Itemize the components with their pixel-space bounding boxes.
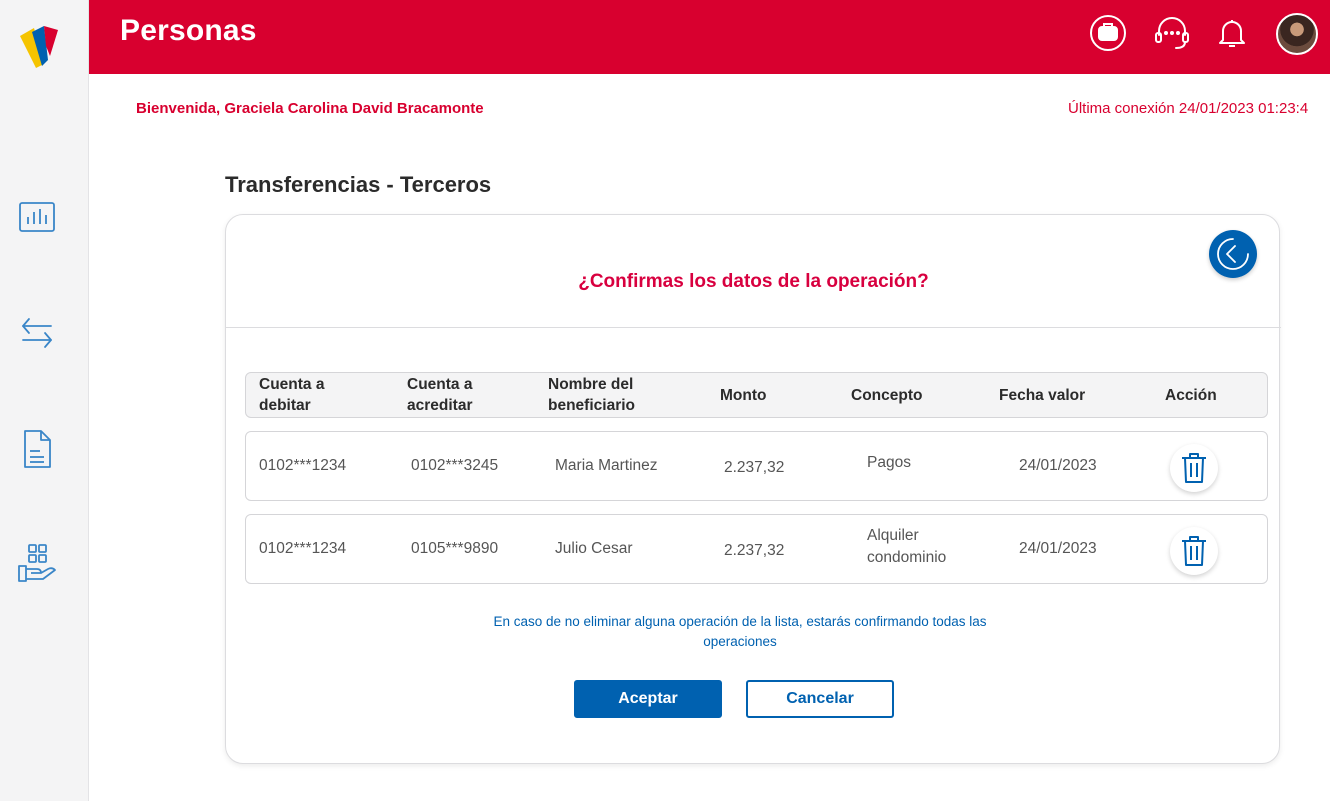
sidebar-item-transfers[interactable] [16, 312, 58, 354]
header-credit-account: Cuenta a acreditar [407, 376, 473, 414]
briefcase-icon [1090, 15, 1126, 51]
cell-value-date: 24/01/2023 [1019, 540, 1097, 557]
cell-concept: Alquiler condominio [867, 527, 947, 566]
cell-beneficiary: Maria Martinez [555, 457, 658, 474]
divider [226, 327, 1281, 328]
page-title: Transferencias - Terceros [225, 172, 492, 197]
header-concept: Concepto [851, 387, 923, 404]
support-headset-icon [1155, 17, 1189, 49]
last-connection: Última conexión 24/01/2023 01:23:4 [1068, 100, 1309, 117]
table-header: Cuenta a debitar Cuenta a acreditar Nomb… [245, 372, 1268, 418]
header-beneficiary: Nombre del beneficiario [548, 376, 635, 414]
chevron-left-icon [1217, 238, 1249, 270]
brand-title: Personas [120, 14, 257, 47]
confirmation-card: ¿Confirmas los datos de la operación? Cu… [225, 214, 1281, 764]
confirmation-note-text: En caso de no eliminar alguna operación … [493, 614, 987, 649]
transfer-arrows-icon [22, 318, 52, 348]
products-hand-icon [18, 544, 56, 582]
top-bar: Personas [89, 0, 1330, 74]
table-row: 0102***1234 0105***9890 Julio Cesar 2.23… [245, 514, 1268, 584]
trash-icon [1182, 536, 1206, 566]
welcome-message: Bienvenida, Graciela Carolina David Brac… [136, 100, 484, 117]
bank-logo[interactable] [18, 24, 60, 70]
cell-debit-account: 0102***1234 [259, 540, 347, 557]
cell-credit-account: 0102***3245 [411, 457, 499, 474]
header-amount: Monto [720, 387, 767, 404]
briefcase-button[interactable] [1088, 13, 1128, 53]
notifications-button[interactable] [1212, 13, 1252, 53]
bell-icon [1219, 20, 1245, 47]
confirmation-note: En caso de no eliminar alguna operación … [226, 612, 1249, 651]
header-value-date: Fecha valor [999, 387, 1086, 404]
sidebar-item-products[interactable] [16, 542, 58, 584]
cell-debit-account: 0102***1234 [259, 457, 347, 474]
cell-beneficiary: Julio Cesar [555, 540, 633, 557]
cell-credit-account: 0105***9890 [411, 540, 499, 557]
sidebar [0, 0, 89, 801]
cell-amount: 2.237,32 [724, 542, 785, 559]
header-action: Acción [1165, 387, 1217, 404]
table-row: 0102***1234 0102***3245 Maria Martinez 2… [245, 431, 1268, 501]
sidebar-item-documents[interactable] [16, 428, 58, 470]
document-icon [24, 430, 51, 468]
accept-button[interactable]: Aceptar [574, 680, 722, 718]
delete-button[interactable] [1170, 444, 1218, 492]
chart-icon [19, 202, 55, 232]
cancel-button[interactable]: Cancelar [746, 680, 894, 718]
cell-concept: Pagos [867, 454, 911, 471]
confirmation-question: ¿Confirmas los datos de la operación? [578, 271, 929, 292]
cell-value-date: 24/01/2023 [1019, 457, 1097, 474]
support-button[interactable] [1152, 13, 1192, 53]
sidebar-item-dashboard[interactable] [16, 196, 58, 238]
header-debit-account: Cuenta a debitar [259, 376, 325, 414]
cell-amount: 2.237,32 [724, 459, 785, 476]
user-avatar[interactable] [1276, 13, 1318, 55]
delete-button[interactable] [1170, 527, 1218, 575]
trash-icon [1182, 453, 1206, 483]
